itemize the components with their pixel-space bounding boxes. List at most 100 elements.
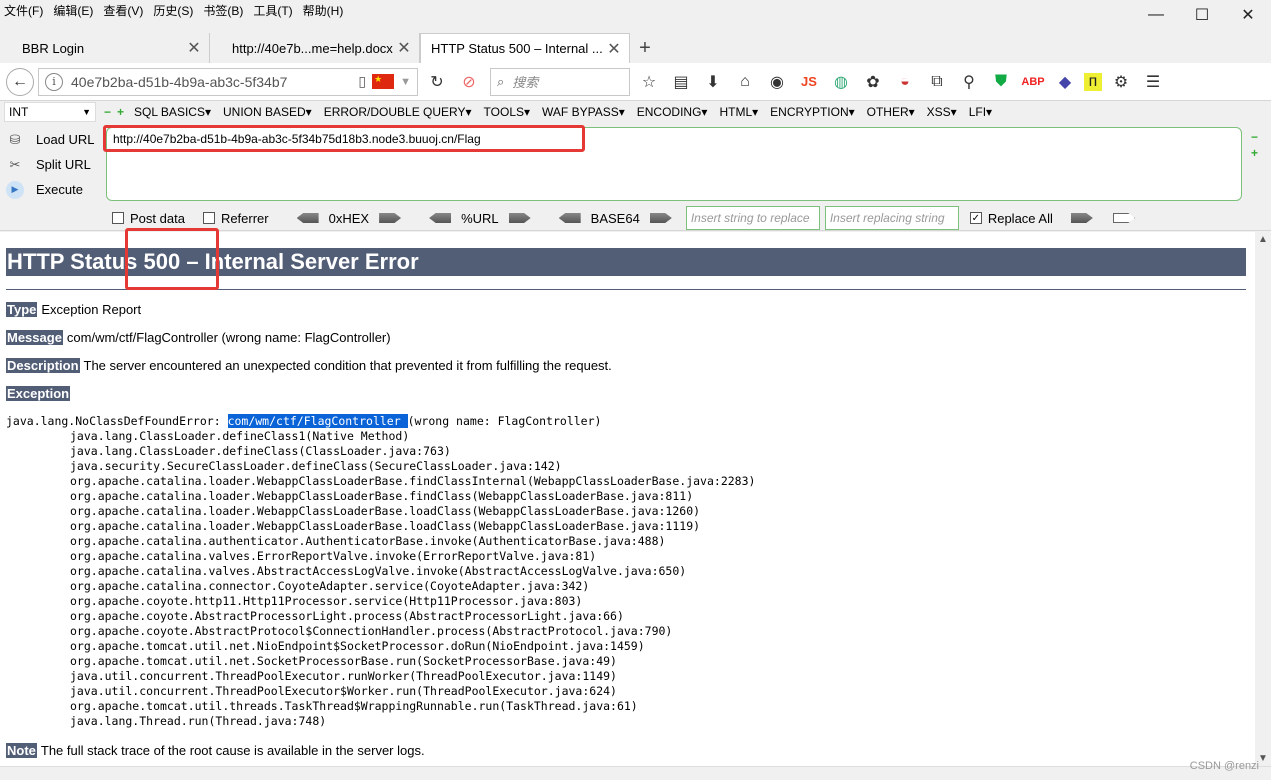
extension-icon[interactable]: п bbox=[1084, 72, 1102, 91]
menu-union-based[interactable]: UNION BASED▾ bbox=[223, 105, 312, 119]
menu-waf-bypass[interactable]: WAF BYPASS▾ bbox=[542, 105, 625, 119]
tab-bbr-login[interactable]: BBR Login ✕ bbox=[0, 33, 210, 63]
menu-error-double-query[interactable]: ERROR/DOUBLE QUERY▾ bbox=[324, 105, 472, 119]
menu-lfi[interactable]: LFI▾ bbox=[969, 105, 992, 119]
menu-history[interactable]: 历史(S) bbox=[149, 0, 199, 22]
gear-icon[interactable]: ⚙ bbox=[1108, 69, 1134, 95]
menu-bookmarks[interactable]: 书签(B) bbox=[199, 0, 249, 22]
bookmark-star-icon[interactable]: ☆ bbox=[636, 69, 662, 95]
cube-icon[interactable]: ◆ bbox=[1052, 69, 1078, 95]
referrer-checkbox[interactable]: Referrer bbox=[202, 211, 269, 226]
hackbar-icon[interactable]: ◒ bbox=[892, 69, 918, 95]
tab-http-500[interactable]: HTTP Status 500 – Internal ... ✕ bbox=[420, 33, 630, 63]
tab-help-docx[interactable]: http://40e7b...me=help.docx ✕ bbox=[210, 33, 420, 63]
replace-with-input[interactable]: Insert replacing string bbox=[824, 206, 959, 230]
blocker-icon[interactable]: ⊘ bbox=[456, 69, 482, 95]
info-icon[interactable]: i bbox=[45, 72, 63, 91]
status-bar bbox=[0, 766, 1271, 780]
shield-icon[interactable]: ⛊ bbox=[988, 69, 1014, 95]
hackbar-url-value: http://40e7b2ba-d51b-4b9a-ab3c-5f34b75d1… bbox=[113, 132, 481, 146]
split-url-button[interactable]: ✂ Split URL bbox=[6, 152, 102, 177]
window-controls: — ☐ ✕ bbox=[1133, 0, 1271, 30]
download-icon[interactable]: ⬇ bbox=[700, 69, 726, 95]
load-url-button[interactable]: ⛁ Load URL bbox=[6, 127, 102, 152]
stack-line: org.apache.tomcat.util.net.SocketProcess… bbox=[70, 654, 617, 668]
hackbar-options: Post data Referrer 0xHEX %URL BASE64 Ins… bbox=[112, 206, 1145, 230]
checkbox-box[interactable] bbox=[112, 212, 124, 224]
menu-sql-basics[interactable]: SQL BASICS▾ bbox=[134, 105, 211, 119]
menu-tools[interactable]: 工具(T) bbox=[249, 0, 298, 22]
search-input[interactable]: ⌕ 搜索 bbox=[490, 67, 630, 96]
stack-trace: java.lang.NoClassDefFoundError: com/wm/c… bbox=[6, 414, 755, 729]
scroll-down-icon[interactable]: ▼ bbox=[1258, 753, 1268, 764]
replace-arrow-icon[interactable] bbox=[1070, 213, 1093, 223]
menu-html[interactable]: HTML▾ bbox=[719, 105, 758, 119]
reader-icon[interactable]: ▯ bbox=[358, 73, 366, 90]
zoom-icon[interactable]: ⚲ bbox=[956, 69, 982, 95]
close-window-button[interactable]: ✕ bbox=[1225, 0, 1271, 30]
plus-icon[interactable]: + bbox=[1251, 145, 1263, 161]
base64-encode-arrow-icon[interactable] bbox=[649, 213, 672, 223]
close-tab-icon[interactable]: ✕ bbox=[397, 38, 411, 58]
hex-encode-arrow-icon[interactable] bbox=[379, 213, 402, 223]
menu-view[interactable]: 查看(V) bbox=[99, 0, 149, 22]
minimize-button[interactable]: — bbox=[1133, 0, 1179, 30]
new-tab-button[interactable]: + bbox=[630, 33, 660, 63]
page-content: HTTP Status 500 – Internal Server Error … bbox=[0, 232, 1255, 766]
js-toggle-icon[interactable]: JS bbox=[796, 69, 822, 95]
menu-file[interactable]: 文件(F) bbox=[0, 0, 49, 22]
description-label: Description bbox=[6, 358, 80, 373]
hackbar-url-textarea[interactable]: http://40e7b2ba-d51b-4b9a-ab3c-5f34b75d1… bbox=[106, 127, 1242, 201]
menu-tools-hb[interactable]: TOOLS▾ bbox=[484, 105, 530, 119]
hex-decode-arrow-icon[interactable] bbox=[296, 213, 319, 223]
globe-icon[interactable]: ◉ bbox=[764, 69, 790, 95]
menu-other[interactable]: OTHER▾ bbox=[867, 105, 915, 119]
close-tab-icon[interactable]: ✕ bbox=[607, 39, 621, 59]
type-label: Type bbox=[6, 302, 38, 317]
palette-icon[interactable]: ✿ bbox=[860, 69, 886, 95]
checkbox-box[interactable] bbox=[202, 212, 215, 224]
stack-line: java.lang.Thread.run(Thread.java:748) bbox=[70, 714, 327, 728]
message-row: Message com/wm/ctf/FlagController (wrong… bbox=[6, 330, 391, 345]
menu-encryption[interactable]: ENCRYPTION▾ bbox=[770, 105, 854, 119]
scroll-up-icon[interactable]: ▲ bbox=[1258, 234, 1268, 245]
dropdown-icon[interactable]: ▼ bbox=[400, 76, 411, 88]
replace-find-input[interactable]: Insert string to replace bbox=[685, 206, 820, 230]
back-button[interactable]: ← bbox=[6, 67, 34, 96]
note-label: Note bbox=[6, 743, 37, 758]
vertical-scrollbar[interactable]: ▲ ▼ bbox=[1255, 232, 1271, 766]
execute-label: Execute bbox=[36, 182, 83, 197]
menu-help[interactable]: 帮助(H) bbox=[299, 0, 350, 22]
menu-edit[interactable]: 编辑(E) bbox=[49, 0, 99, 22]
address-text[interactable]: 40e7b2ba-d51b-4b9a-ab3c-5f34b7 bbox=[71, 74, 358, 90]
checkbox-checked[interactable]: ✓ bbox=[969, 212, 982, 224]
menu-encoding[interactable]: ENCODING▾ bbox=[637, 105, 708, 119]
screenshot-icon[interactable]: ⧉ bbox=[924, 69, 950, 95]
minus-icon[interactable]: − bbox=[1251, 129, 1263, 145]
execute-button[interactable]: ▶ Execute bbox=[6, 177, 102, 202]
replace-arrow-icon-2[interactable] bbox=[1112, 213, 1135, 223]
address-bar[interactable]: i 40e7b2ba-d51b-4b9a-ab3c-5f34b7 ▯ ▼ bbox=[38, 67, 418, 96]
post-data-checkbox[interactable]: Post data bbox=[112, 211, 185, 226]
base64-decode-arrow-icon[interactable] bbox=[558, 213, 581, 223]
hamburger-menu-icon[interactable]: ☰ bbox=[1140, 69, 1166, 95]
close-tab-icon[interactable]: ✕ bbox=[187, 38, 201, 58]
library-icon[interactable]: ▤ bbox=[668, 69, 694, 95]
selected-class-text[interactable]: com/wm/ctf/FlagController bbox=[227, 414, 408, 428]
plus-icon[interactable]: + bbox=[117, 105, 124, 119]
adblock-icon[interactable]: ABP bbox=[1020, 69, 1046, 95]
hackbar-plus-minus: − + bbox=[104, 105, 124, 119]
menu-xss[interactable]: XSS▾ bbox=[927, 105, 957, 119]
url-decode-arrow-icon[interactable] bbox=[429, 213, 452, 223]
search-icon: ⌕ bbox=[497, 73, 505, 89]
url-encode-arrow-icon[interactable] bbox=[508, 213, 531, 223]
replace-all-checkbox[interactable]: ✓ Replace All bbox=[969, 211, 1053, 226]
home-icon[interactable]: ⌂ bbox=[732, 69, 758, 95]
tab-strip: BBR Login ✕ http://40e7b...me=help.docx … bbox=[0, 33, 1271, 63]
minus-icon[interactable]: − bbox=[104, 105, 111, 119]
proxy-icon[interactable]: ◍ bbox=[828, 69, 854, 95]
type-select[interactable]: INT ▼ bbox=[4, 102, 96, 122]
reload-icon[interactable]: ↻ bbox=[424, 69, 450, 95]
maximize-button[interactable]: ☐ bbox=[1179, 0, 1225, 30]
replace-with-placeholder: Insert replacing string bbox=[829, 211, 945, 225]
